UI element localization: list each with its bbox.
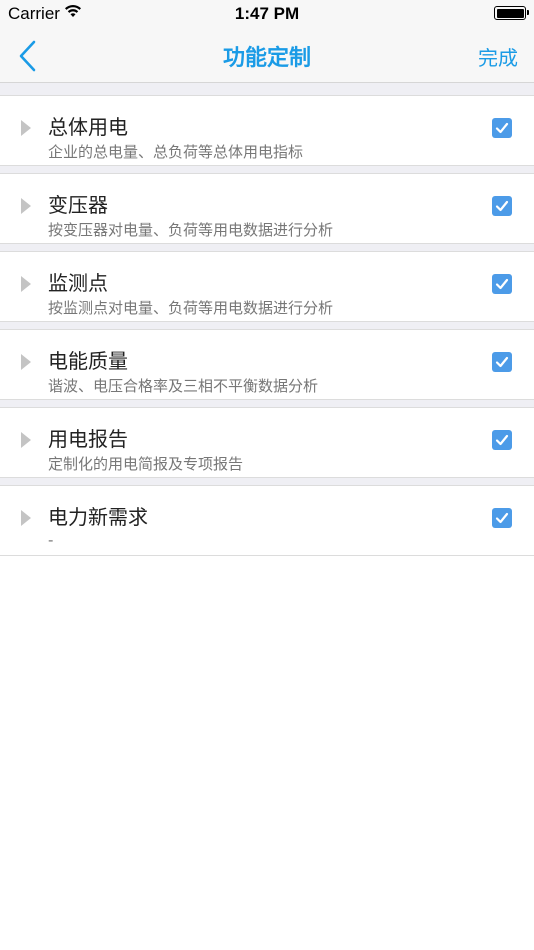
item-title: 电能质量 [48,349,128,373]
checkbox[interactable] [492,430,512,450]
navigation-bar: 功能定制 完成 [0,28,534,83]
feature-list: 总体用电 企业的总电量、总负荷等总体用电指标 变压器 按变压器对电量、负荷等用电… [0,83,534,950]
section-spacer [0,322,534,330]
checkbox[interactable] [492,274,512,294]
checkbox[interactable] [492,352,512,372]
battery-icon [494,6,529,20]
item-subtitle: 企业的总电量、总负荷等总体用电指标 [48,143,304,161]
disclosure-triangle-icon [21,432,31,448]
section-spacer [0,478,534,486]
check-icon [495,434,509,446]
status-bar: Carrier 1:47 PM [0,0,534,28]
disclosure-triangle-icon [21,120,31,136]
item-subtitle: 定制化的用电简报及专项报告 [48,455,244,473]
list-item-power-quality[interactable]: 电能质量 谐波、电压合格率及三相不平衡数据分析 [0,330,534,400]
list-item-overall-usage[interactable]: 总体用电 企业的总电量、总负荷等总体用电指标 [0,96,534,166]
section-spacer [0,400,534,408]
item-subtitle: 按变压器对电量、负荷等用电数据进行分析 [48,221,334,239]
clock-time: 1:47 PM [234,4,300,23]
item-title: 监测点 [48,271,108,295]
section-spacer [0,83,534,96]
disclosure-triangle-icon [21,198,31,214]
section-spacer [0,166,534,174]
item-title: 变压器 [48,193,108,217]
check-icon [495,512,509,524]
list-item-monitoring-point[interactable]: 监测点 按监测点对电量、负荷等用电数据进行分析 [0,252,534,322]
check-icon [495,122,509,134]
done-button[interactable]: 完成 [478,42,518,71]
item-subtitle: 谐波、电压合格率及三相不平衡数据分析 [48,377,319,395]
item-title: 电力新需求 [48,505,148,529]
page-title: 功能定制 [222,46,311,71]
disclosure-triangle-icon [21,276,31,292]
item-title: 用电报告 [48,427,128,451]
check-icon [495,278,509,290]
item-title: 总体用电 [48,115,128,139]
item-subtitle: 按监测点对电量、负荷等用电数据进行分析 [48,299,334,317]
disclosure-triangle-icon [21,510,31,526]
check-icon [495,356,509,368]
list-item-new-demand[interactable]: 电力新需求 - [0,486,534,556]
checkbox[interactable] [492,118,512,138]
disclosure-triangle-icon [21,354,31,370]
checkbox[interactable] [492,508,512,528]
section-spacer [0,244,534,252]
check-icon [495,200,509,212]
item-subtitle: - [48,531,54,549]
list-item-transformer[interactable]: 变压器 按变压器对电量、负荷等用电数据进行分析 [0,174,534,244]
list-item-usage-report[interactable]: 用电报告 定制化的用电简报及专项报告 [0,408,534,478]
checkbox[interactable] [492,196,512,216]
